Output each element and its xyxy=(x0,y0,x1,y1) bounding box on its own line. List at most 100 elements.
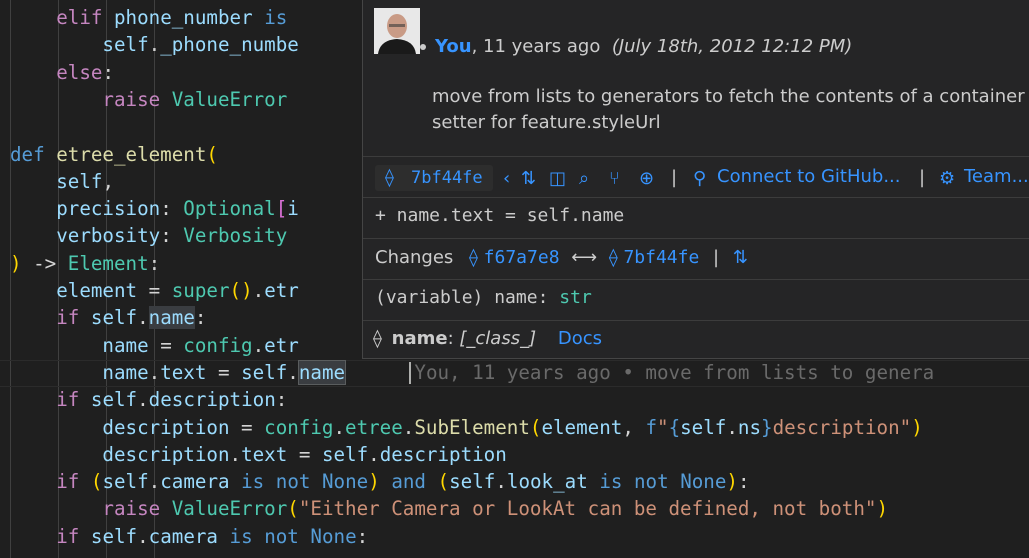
code-token: description xyxy=(102,415,230,439)
code-token: ( xyxy=(287,497,299,521)
code-token: = xyxy=(229,415,265,439)
code-token: . xyxy=(137,524,149,548)
code-token: ValueError xyxy=(171,87,288,111)
compare-icon[interactable]: ⇅ xyxy=(521,168,536,189)
open-changes-icon[interactable]: ◫ xyxy=(549,168,566,189)
code-token: ( xyxy=(229,279,242,302)
code-token: ns xyxy=(737,415,762,439)
code-token: etree_element xyxy=(56,142,207,166)
code-token: SubElement xyxy=(414,415,530,439)
code-token: ) xyxy=(241,279,253,302)
code-token: etr xyxy=(264,333,299,357)
code-token: name xyxy=(102,333,149,357)
code-token: Optional xyxy=(183,197,276,221)
code-line[interactable]: if self.camera is not None: xyxy=(10,523,1029,550)
code-token: verbosity xyxy=(56,224,161,248)
code-token: is not xyxy=(599,470,669,494)
code-token: name xyxy=(102,360,149,384)
signature-token: (variable) xyxy=(375,287,495,308)
status-dot-icon xyxy=(420,44,426,50)
code-token: self xyxy=(90,524,138,548)
code-token: if xyxy=(56,524,80,548)
code-token: self xyxy=(90,306,138,330)
code-token: if xyxy=(56,470,80,494)
code-token: , xyxy=(102,169,114,193)
code-token: . xyxy=(252,333,265,357)
code-token: -> xyxy=(21,251,68,275)
commit-icon: ⟠ xyxy=(608,247,618,268)
code-token: etree xyxy=(345,415,403,439)
code-token: is not xyxy=(241,470,311,494)
code-token: ( xyxy=(206,142,218,166)
code-token: f xyxy=(645,415,657,439)
globe-icon[interactable]: ⊕ xyxy=(639,168,654,189)
code-token: description xyxy=(379,442,507,466)
code-token: if xyxy=(56,388,80,412)
commit-sha-chip[interactable]: ⟠ 7bf44fe xyxy=(375,165,493,191)
code-token: = xyxy=(206,360,242,384)
commit-sha[interactable]: 7bf44fe xyxy=(411,168,483,188)
author-line: You, 11 years ago (July 18th, 2012 12:12… xyxy=(435,36,852,57)
relative-time: , 11 years ago xyxy=(471,36,601,57)
code-token: ( xyxy=(437,470,450,494)
to-sha-link[interactable]: 7bf44fe xyxy=(623,247,699,268)
code-token: . xyxy=(137,388,149,412)
divider xyxy=(363,279,1029,280)
signature-token: : xyxy=(537,287,560,308)
code-token: ) xyxy=(726,470,738,494)
code-token: description xyxy=(102,442,230,466)
code-line[interactable]: raise ValueError("Either Camera or LookA… xyxy=(10,495,1029,522)
code-token: self xyxy=(680,415,727,439)
code-token: . xyxy=(252,279,265,302)
code-line[interactable]: name.text = self.name You, 11 years ago … xyxy=(10,359,1029,386)
author-avatar xyxy=(374,8,420,54)
search-icon[interactable]: ⌕ xyxy=(579,168,589,189)
plug-icon: ⚲ xyxy=(693,168,707,189)
divider xyxy=(363,320,1029,321)
commit-message-line: setter for feature.styleUrl xyxy=(432,112,661,133)
code-token: self xyxy=(321,442,369,466)
code-token: if xyxy=(56,306,80,330)
blame-hover-panel: You, 11 years ago (July 18th, 2012 12:12… xyxy=(362,0,1029,359)
code-line[interactable]: if self.description: xyxy=(10,386,1029,413)
from-sha-link[interactable]: f67a7e8 xyxy=(484,247,560,268)
code-token: None xyxy=(680,470,727,494)
code-line[interactable]: description = config.etree.SubElement(el… xyxy=(10,414,1029,441)
code-token: = xyxy=(148,333,184,357)
signature-token: name xyxy=(494,287,538,308)
code-token: name xyxy=(297,359,347,385)
docs-link[interactable]: Docs xyxy=(558,328,602,349)
variable-signature: (variable) name: str xyxy=(375,287,592,308)
team-link[interactable]: Team... xyxy=(964,166,1029,187)
code-token: } xyxy=(761,415,773,439)
code-token: ) xyxy=(911,415,923,439)
graph-icon[interactable]: ⑂ xyxy=(609,168,620,189)
code-token: camera xyxy=(148,524,218,548)
code-token: else xyxy=(56,60,103,84)
code-token: def xyxy=(10,142,45,166)
text-cursor xyxy=(409,362,411,384)
compare-icon[interactable]: ⇅ xyxy=(733,247,748,268)
code-token: description xyxy=(148,388,276,412)
author-name[interactable]: You xyxy=(435,36,472,57)
connect-github-link[interactable]: Connect to GitHub... xyxy=(717,166,900,187)
code-line[interactable]: if (self.camera is not None) and (self.l… xyxy=(10,468,1029,495)
code-line[interactable]: description.text = self.description xyxy=(10,441,1029,468)
code-token: = xyxy=(137,279,172,302)
code-token: raise xyxy=(102,497,161,521)
code-token: . xyxy=(148,360,161,384)
previous-revision-icon[interactable]: ‹ xyxy=(503,168,510,189)
code-token: : xyxy=(356,524,369,548)
code-token: ) xyxy=(368,470,380,494)
commit-date: (July 18th, 2012 12:12 PM) xyxy=(611,36,853,57)
toolbar-separator: | xyxy=(713,247,720,268)
